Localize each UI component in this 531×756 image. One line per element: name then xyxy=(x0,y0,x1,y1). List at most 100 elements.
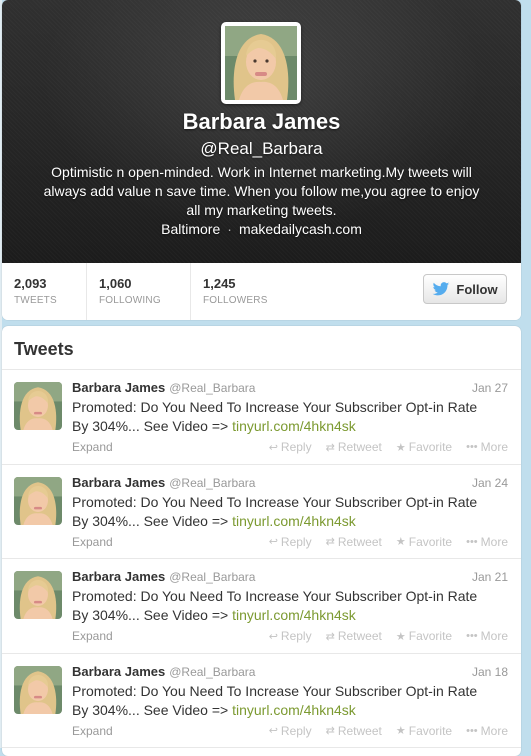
tweet-author-name: Barbara James xyxy=(72,569,166,584)
location-separator: · xyxy=(227,221,232,237)
more-action[interactable]: ••• More xyxy=(466,724,508,738)
reply-label: Reply xyxy=(280,723,312,738)
more-label: More xyxy=(480,534,508,549)
star-icon: ★ xyxy=(395,630,406,643)
tweet-item[interactable]: Barbara James @Real_Barbara Jan 27 Promot… xyxy=(2,370,521,465)
retweet-label: Retweet xyxy=(337,723,382,738)
more-label: More xyxy=(480,440,508,454)
retweet-action[interactable]: ⇄ Retweet xyxy=(326,440,382,454)
reply-action[interactable]: ↩ Reply xyxy=(269,440,312,454)
tweet-date[interactable]: Jan 27 xyxy=(472,381,508,395)
tweet-item[interactable]: Barbara James @Real_Barbara Jan 21 Promot… xyxy=(2,559,521,654)
tweet-text: Promoted: Do You Need To Increase Your S… xyxy=(72,398,492,436)
profile-photo-icon xyxy=(14,665,62,714)
stat-followers[interactable]: 1,245 FOLLOWERS xyxy=(191,263,299,320)
tweet-actions: ↩ Reply ⇄ Retweet ★ Favorite ••• More xyxy=(269,724,508,738)
profile-website-link[interactable]: makedailycash.com xyxy=(239,221,362,237)
profile-photo-icon xyxy=(225,26,297,100)
star-icon: ★ xyxy=(395,536,406,548)
retweet-icon: ⇄ xyxy=(325,630,335,643)
more-label: More xyxy=(480,629,508,643)
profile-location-line: Baltimore · makedailycash.com xyxy=(2,221,521,237)
tweet-author[interactable]: Barbara James @Real_Barbara xyxy=(72,380,255,395)
profile-photo-icon xyxy=(14,571,62,619)
ellipsis-icon: ••• xyxy=(466,630,478,642)
tweet-item[interactable]: Barbara James @Real_Barbara Jan 24 Promot… xyxy=(2,465,521,559)
tweet-link[interactable]: tinyurl.com/4hkn4sk xyxy=(232,607,356,623)
tweets-section-title: Tweets xyxy=(2,326,521,370)
tweet-actions: ↩ Reply ⇄ Retweet ★ Favorite ••• More xyxy=(269,629,508,643)
tweet-avatar[interactable] xyxy=(14,665,62,714)
tweet-link[interactable]: tinyurl.com/4hkn4sk xyxy=(232,513,356,529)
favorite-label: Favorite xyxy=(408,440,453,454)
tweet-date[interactable]: Jan 24 xyxy=(472,476,508,490)
tweet-expand-link[interactable]: Expand xyxy=(72,440,113,454)
profile-location: Baltimore xyxy=(161,221,221,237)
stat-followers-value: 1,245 xyxy=(203,276,236,291)
favorite-action[interactable]: ★ Favorite xyxy=(396,724,452,738)
tweet-author-name: Barbara James xyxy=(72,474,166,490)
stat-following-value: 1,060 xyxy=(99,276,132,291)
tweet-author[interactable]: Barbara James @Real_Barbara xyxy=(72,569,255,584)
tweet-author-handle: @Real_Barbara xyxy=(169,570,256,584)
favorite-action[interactable]: ★ Favorite xyxy=(396,535,452,549)
tweet-date[interactable]: Jan 21 xyxy=(472,570,508,584)
tweet-author-handle: @Real_Barbara xyxy=(169,381,256,395)
follow-button-label: Follow xyxy=(456,281,498,297)
favorite-label: Favorite xyxy=(408,723,453,738)
tweet-author[interactable]: Barbara James @Real_Barbara xyxy=(72,664,255,679)
tweet-actions: ↩ Reply ⇄ Retweet ★ Favorite ••• More xyxy=(269,440,508,454)
tweet-text: Promoted: Do You Need To Increase Your S… xyxy=(72,682,492,720)
tweet-author-name: Barbara James xyxy=(72,380,166,395)
retweet-action[interactable]: ⇄ Retweet xyxy=(326,724,382,738)
tweet-text: Promoted: Do You Need To Increase Your S… xyxy=(72,493,492,531)
tweet-item[interactable]: Barbara James @Real_Barbara Jan 18 Promot… xyxy=(2,654,521,748)
profile-photo-icon xyxy=(14,382,62,430)
reply-action[interactable]: ↩ Reply xyxy=(269,629,312,643)
tweet-expand-link[interactable]: Expand xyxy=(72,535,113,549)
more-action[interactable]: ••• More xyxy=(466,629,508,643)
tweet-author-name: Barbara James xyxy=(72,663,166,679)
more-action[interactable]: ••• More xyxy=(466,440,508,454)
retweet-label: Retweet xyxy=(337,629,382,643)
tweet-avatar[interactable] xyxy=(14,571,62,619)
stat-tweets[interactable]: 2,093 TWEETS xyxy=(2,263,87,320)
ellipsis-icon: ••• xyxy=(466,441,478,453)
twitter-bird-icon xyxy=(433,281,450,295)
reply-action[interactable]: ↩ Reply xyxy=(269,535,312,549)
tweet-actions: ↩ Reply ⇄ Retweet ★ Favorite ••• More xyxy=(269,535,508,549)
tweet-text: Promoted: Do You Need To Increase Your S… xyxy=(72,587,492,625)
favorite-label: Favorite xyxy=(408,629,453,643)
stat-following-label: FOLLOWING xyxy=(99,295,161,306)
reply-label: Reply xyxy=(280,629,312,643)
reply-icon: ↩ xyxy=(268,725,278,737)
tweet-link[interactable]: tinyurl.com/4hkn4sk xyxy=(232,418,356,434)
retweet-action[interactable]: ⇄ Retweet xyxy=(326,629,382,643)
tweet-link[interactable]: tinyurl.com/4hkn4sk xyxy=(232,702,356,718)
tweet-expand-link[interactable]: Expand xyxy=(72,724,113,738)
tweet-expand-link[interactable]: Expand xyxy=(72,629,113,643)
tweet-author-handle: @Real_Barbara xyxy=(169,664,256,679)
retweet-icon: ⇄ xyxy=(325,441,335,454)
ellipsis-icon: ••• xyxy=(466,535,478,548)
tweet-author[interactable]: Barbara James @Real_Barbara xyxy=(72,475,255,490)
tweet-avatar[interactable] xyxy=(14,382,62,430)
star-icon: ★ xyxy=(395,441,406,454)
reply-action[interactable]: ↩ Reply xyxy=(269,724,312,738)
profile-avatar[interactable] xyxy=(221,22,301,104)
favorite-label: Favorite xyxy=(408,534,453,549)
profile-handle: @Real_Barbara xyxy=(200,139,323,158)
retweet-action[interactable]: ⇄ Retweet xyxy=(326,535,382,549)
profile-name: Barbara James xyxy=(182,109,341,134)
stat-followers-label: FOLLOWERS xyxy=(203,295,268,306)
tweets-card: Tweets Barbara James @Real_Barbara Jan 27… xyxy=(2,326,521,756)
favorite-action[interactable]: ★ Favorite xyxy=(396,629,452,643)
tweet-date[interactable]: Jan 18 xyxy=(472,665,508,679)
follow-button[interactable]: Follow xyxy=(423,274,507,304)
stat-tweets-value: 2,093 xyxy=(14,276,47,291)
reply-label: Reply xyxy=(280,534,312,549)
favorite-action[interactable]: ★ Favorite xyxy=(396,440,452,454)
stat-following[interactable]: 1,060 FOLLOWING xyxy=(87,263,191,320)
tweet-avatar[interactable] xyxy=(14,476,62,525)
more-action[interactable]: ••• More xyxy=(466,535,508,549)
